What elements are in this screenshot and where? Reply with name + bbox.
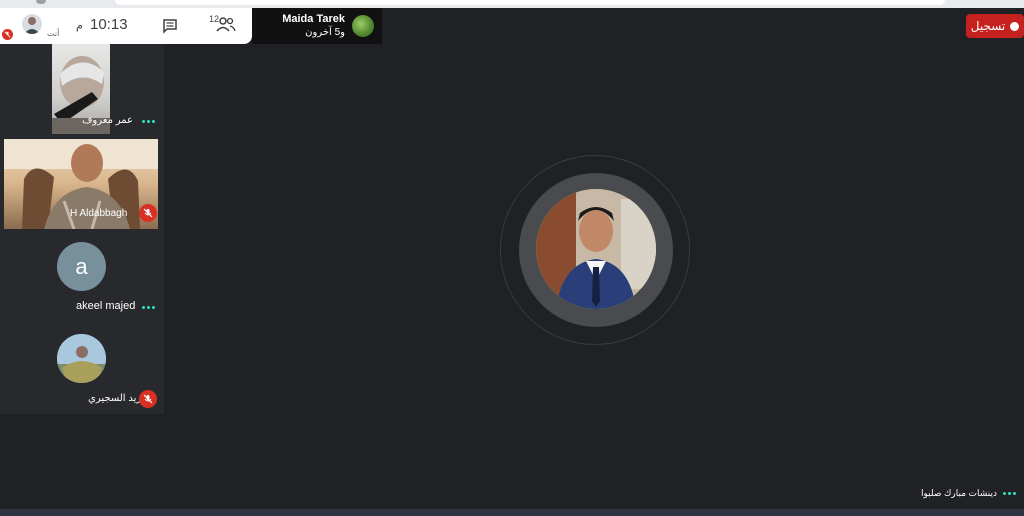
participant-tile[interactable]: H Aldabbagh [0, 136, 164, 230]
participant-name: زيد السجيري [88, 393, 142, 404]
meeting-info-panel: أنت م 10:13 12 [0, 8, 252, 44]
activity-status: دينشات مبارك صلبوا [921, 488, 1016, 499]
main-speaker-avatar[interactable] [536, 189, 656, 309]
browser-address-strip [115, 0, 945, 5]
person-silhouette-icon [24, 17, 40, 34]
mic-off-icon [139, 390, 157, 408]
people-button[interactable]: 12 [208, 14, 238, 36]
person-photo [536, 189, 656, 309]
participant-tile[interactable]: عمر معروف [0, 44, 164, 136]
browser-tab-notch [36, 0, 46, 4]
self-mic-off-icon [2, 29, 13, 40]
avatar-initial: a [75, 253, 88, 279]
person-silhouette-icon [57, 334, 106, 383]
presenter-avatar [352, 15, 374, 37]
presenter-name: Maida Tarek [282, 13, 345, 25]
participant-name: akeel majed [76, 300, 136, 312]
avatar [57, 334, 106, 383]
os-taskbar [0, 509, 1024, 516]
time-suffix: م [76, 20, 83, 32]
self-avatar[interactable] [22, 14, 42, 34]
more-options-icon[interactable] [142, 120, 155, 123]
participant-tile[interactable]: a akeel majed [0, 230, 164, 322]
record-button[interactable]: تسجيل [966, 14, 1024, 38]
self-label: أنت [47, 29, 60, 38]
chat-button[interactable] [159, 16, 181, 36]
people-icon [216, 17, 236, 32]
mic-off-icon [139, 204, 157, 222]
record-dot-icon [1010, 21, 1020, 31]
meeting-clock: 10:13 [90, 16, 128, 33]
browser-chrome [0, 0, 1024, 8]
status-dots-icon [1003, 492, 1016, 495]
avatar: a [57, 242, 106, 291]
presenter-indicator: Maida Tarek و5 آخرون [252, 8, 382, 44]
participant-tile[interactable]: زيد السجيري [0, 322, 164, 414]
presenter-others: و5 آخرون [305, 27, 345, 38]
chat-icon [163, 19, 177, 34]
record-label: تسجيل [970, 19, 1006, 33]
status-text: دينشات مبارك صلبوا [920, 488, 997, 498]
more-options-icon[interactable] [142, 306, 155, 309]
participant-name: H Aldabbagh [70, 208, 128, 219]
participant-name: عمر معروف [82, 115, 133, 126]
